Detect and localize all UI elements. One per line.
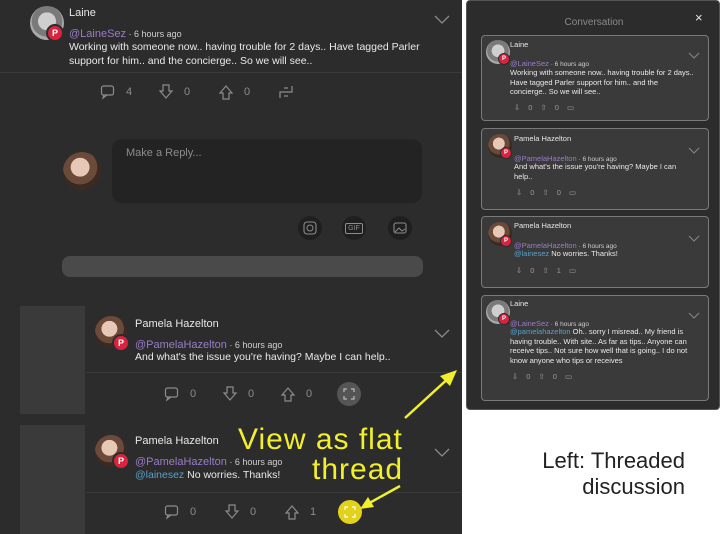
card-actions: ⇩ 0 ⇧ 0 ▭ (516, 188, 577, 197)
upvote-icon[interactable]: ⇧ (542, 266, 548, 275)
card-actions: ⇩ 0 ⇧ 1 ▭ (516, 266, 577, 275)
parler-badge-icon: P (498, 53, 510, 65)
close-icon[interactable]: × (695, 10, 703, 25)
card-author-name[interactable]: Pamela Hazelton (514, 134, 571, 143)
card-body: And what's the issue you're having? Mayb… (514, 162, 677, 181)
comment-icon[interactable]: ▭ (567, 103, 574, 112)
caption-line-1: Left: Threaded (542, 448, 685, 473)
mention-link[interactable]: @lainesez (514, 249, 549, 258)
card-actions: ⇩ 0 ⇧ 0 ▭ (514, 103, 575, 112)
downvote-icon[interactable]: ⇩ (516, 266, 522, 275)
mention-link[interactable]: @pamelahazelton (510, 327, 571, 336)
conversation-card: P Laine @LaineSez · 6 hours ago @pamelah… (481, 295, 709, 401)
comment-icon[interactable]: ▭ (569, 266, 576, 275)
caption: Left: Threaded discussion (480, 448, 685, 500)
downvote-icon[interactable]: ⇩ (514, 103, 520, 112)
card-author-name[interactable]: Laine (510, 299, 528, 308)
chevron-down-icon[interactable] (688, 229, 700, 247)
card-body: @lainesez No worries. Thanks! (514, 249, 618, 258)
card-body: @pamelahazelton Oh.. sorry I misread.. M… (510, 327, 688, 365)
parler-badge-icon: P (500, 235, 512, 247)
conversation-card: P Pamela Hazelton @PamelaHazelton · 6 ho… (481, 216, 709, 288)
modal-title: Conversation (564, 17, 624, 28)
upvote-icon[interactable]: ⇧ (542, 188, 548, 197)
caption-line-2: discussion (582, 474, 685, 499)
upvote-icon[interactable]: ⇧ (538, 372, 544, 381)
downvote-icon[interactable]: ⇩ (512, 372, 518, 381)
parler-badge-icon: P (498, 313, 510, 325)
card-actions: ⇩ 0 ⇧ 0 ▭ (512, 372, 573, 381)
chevron-down-icon[interactable] (688, 141, 700, 159)
conversation-card: P Pamela Hazelton @PamelaHazelton · 6 ho… (481, 128, 709, 210)
upvote-icon[interactable]: ⇧ (540, 103, 546, 112)
arrow-to-conversation (404, 374, 453, 419)
conversation-card: P Laine @LaineSez · 6 hours ago Working … (481, 35, 709, 121)
chevron-down-icon[interactable] (688, 306, 700, 324)
conversation-modal: Conversation × P Laine @LaineSez · 6 hou… (466, 0, 720, 410)
parler-badge-icon: P (500, 147, 512, 159)
comment-icon[interactable]: ▭ (569, 188, 576, 197)
card-author-name[interactable]: Laine (510, 40, 528, 49)
chevron-down-icon[interactable] (688, 46, 700, 64)
card-body: Working with someone now.. having troubl… (510, 68, 694, 96)
card-author-name[interactable]: Pamela Hazelton (514, 221, 571, 230)
downvote-icon[interactable]: ⇩ (516, 188, 522, 197)
comment-icon[interactable]: ▭ (565, 372, 572, 381)
